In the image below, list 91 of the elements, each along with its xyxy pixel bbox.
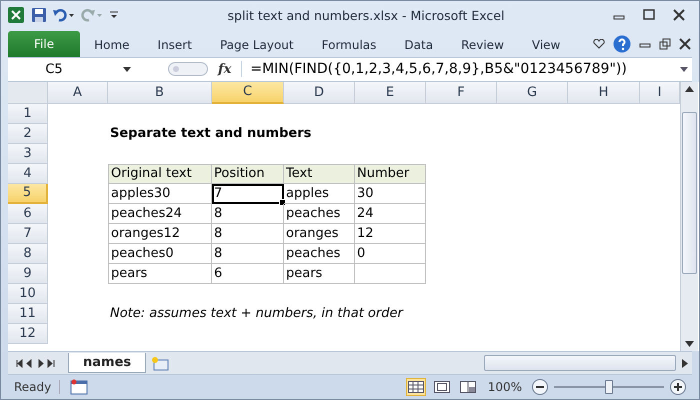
row-header[interactable]: 3: [8, 144, 48, 164]
table-cell[interactable]: 30: [355, 184, 426, 204]
page-layout-icon: [434, 381, 450, 394]
column-header[interactable]: D: [284, 82, 355, 104]
column-header[interactable]: H: [568, 82, 640, 104]
row-header[interactable]: 4: [8, 164, 48, 184]
slider-thumb[interactable]: [605, 380, 613, 394]
table-cell[interactable]: [355, 264, 426, 284]
table-cell[interactable]: 8: [212, 204, 284, 224]
scroll-down-icon[interactable]: [685, 341, 694, 348]
zoom-level[interactable]: 100%: [484, 380, 526, 394]
table-cell[interactable]: peaches24: [108, 204, 212, 224]
minus-icon: [536, 386, 544, 388]
table-cell[interactable]: 8: [212, 244, 284, 264]
table-cell[interactable]: 12: [355, 224, 426, 244]
ribbon-tab[interactable]: Formulas: [308, 32, 390, 57]
table-cell[interactable]: 0: [355, 244, 426, 264]
maximize-icon[interactable]: [643, 9, 655, 22]
window-title: split text and numbers.xlsx - Microsoft Excel: [226, 8, 506, 23]
column-header[interactable]: G: [497, 82, 568, 104]
fill-handle[interactable]: [279, 198, 286, 206]
resize-handle-icon[interactable]: [168, 62, 208, 76]
heart-icon[interactable]: [593, 38, 605, 49]
table-cell[interactable]: 24: [355, 204, 426, 224]
table-header-cell[interactable]: Text: [284, 164, 355, 184]
table-cell[interactable]: peaches: [284, 244, 355, 264]
row-header[interactable]: 9: [8, 264, 48, 284]
undo-icon[interactable]: [53, 8, 75, 22]
close-icon[interactable]: [679, 38, 691, 50]
table-cell[interactable]: peaches0: [108, 244, 212, 264]
row-header[interactable]: 8: [8, 244, 48, 264]
spreadsheet-logo-icon[interactable]: [7, 6, 25, 24]
restore-icon[interactable]: [659, 38, 671, 50]
row-header[interactable]: 11: [8, 304, 48, 324]
note-text: Note: assumes text + numbers, in that order: [110, 306, 403, 322]
row-header[interactable]: 1: [8, 104, 48, 124]
table-cell[interactable]: 8: [212, 224, 284, 244]
plus-icon: [674, 383, 682, 392]
column-header[interactable]: A: [48, 82, 108, 104]
scroll-up-icon[interactable]: [685, 86, 694, 92]
ribbon-tab[interactable]: Page Layout: [206, 32, 308, 57]
column-header[interactable]: F: [426, 82, 497, 104]
insert-function-button[interactable]: fx: [208, 62, 242, 77]
active-cell[interactable]: 7: [212, 184, 284, 204]
row-header[interactable]: 5: [8, 184, 48, 204]
macro-recording-icon[interactable]: [70, 379, 88, 396]
view-button[interactable]: [406, 378, 426, 396]
ribbon-tab[interactable]: Review: [447, 32, 518, 57]
row-header[interactable]: 2: [8, 124, 48, 144]
scroll-right-icon[interactable]: [682, 358, 688, 368]
name-box[interactable]: C5: [8, 58, 168, 81]
sheet-navigation-icon[interactable]: [16, 358, 56, 368]
row-header[interactable]: 10: [8, 284, 48, 304]
close-icon[interactable]: [673, 9, 685, 22]
column-header[interactable]: I: [640, 82, 680, 104]
insert-sheet-icon[interactable]: [150, 355, 170, 372]
help-icon[interactable]: [613, 34, 631, 53]
formula-field[interactable]: =MIN(FIND({0,1,2,3,4,5,6,7,8,9},B5&"0123456789")): [241, 61, 676, 78]
zoom-in-button[interactable]: [670, 379, 686, 396]
save-icon[interactable]: [31, 7, 47, 24]
ribbon-tab[interactable]: Data: [390, 32, 448, 57]
column-header[interactable]: C: [212, 82, 284, 104]
caret-icon[interactable]: [122, 66, 131, 72]
table-cell[interactable]: apples: [284, 184, 355, 204]
row-header[interactable]: 12: [8, 324, 48, 344]
sheet-tab[interactable]: names: [68, 353, 146, 374]
sheet-title: Separate text and numbers: [110, 126, 312, 142]
ribbon-tab[interactable]: Home: [80, 32, 144, 57]
horizontal-scrollbar[interactable]: [484, 355, 676, 372]
table-header-cell[interactable]: Number: [355, 164, 426, 184]
ribbon-tab[interactable]: Insert: [144, 32, 206, 57]
vertical-scrollbar[interactable]: [680, 82, 698, 352]
column-header[interactable]: B: [108, 82, 212, 104]
row-header[interactable]: 7: [8, 224, 48, 244]
table-cell[interactable]: oranges: [284, 224, 355, 244]
table-header-cell[interactable]: Original text: [108, 164, 212, 184]
table-cell[interactable]: 6: [212, 264, 284, 284]
page-break-icon: [460, 381, 476, 394]
file-tab[interactable]: File: [8, 30, 80, 57]
ribbon-tab[interactable]: View: [518, 32, 574, 57]
table-header-cell[interactable]: Position: [212, 164, 284, 184]
table-cell[interactable]: oranges12: [108, 224, 212, 244]
table-cell[interactable]: peaches: [284, 204, 355, 224]
status-text: Ready: [14, 380, 60, 394]
table-cell[interactable]: apples30: [108, 184, 212, 204]
table-cell[interactable]: pears: [284, 264, 355, 284]
column-header[interactable]: E: [355, 82, 426, 104]
table-cell[interactable]: pears: [108, 264, 212, 284]
row-header[interactable]: 6: [8, 204, 48, 224]
normal-view-icon: [408, 381, 424, 394]
zoom-out-button[interactable]: [532, 379, 548, 396]
